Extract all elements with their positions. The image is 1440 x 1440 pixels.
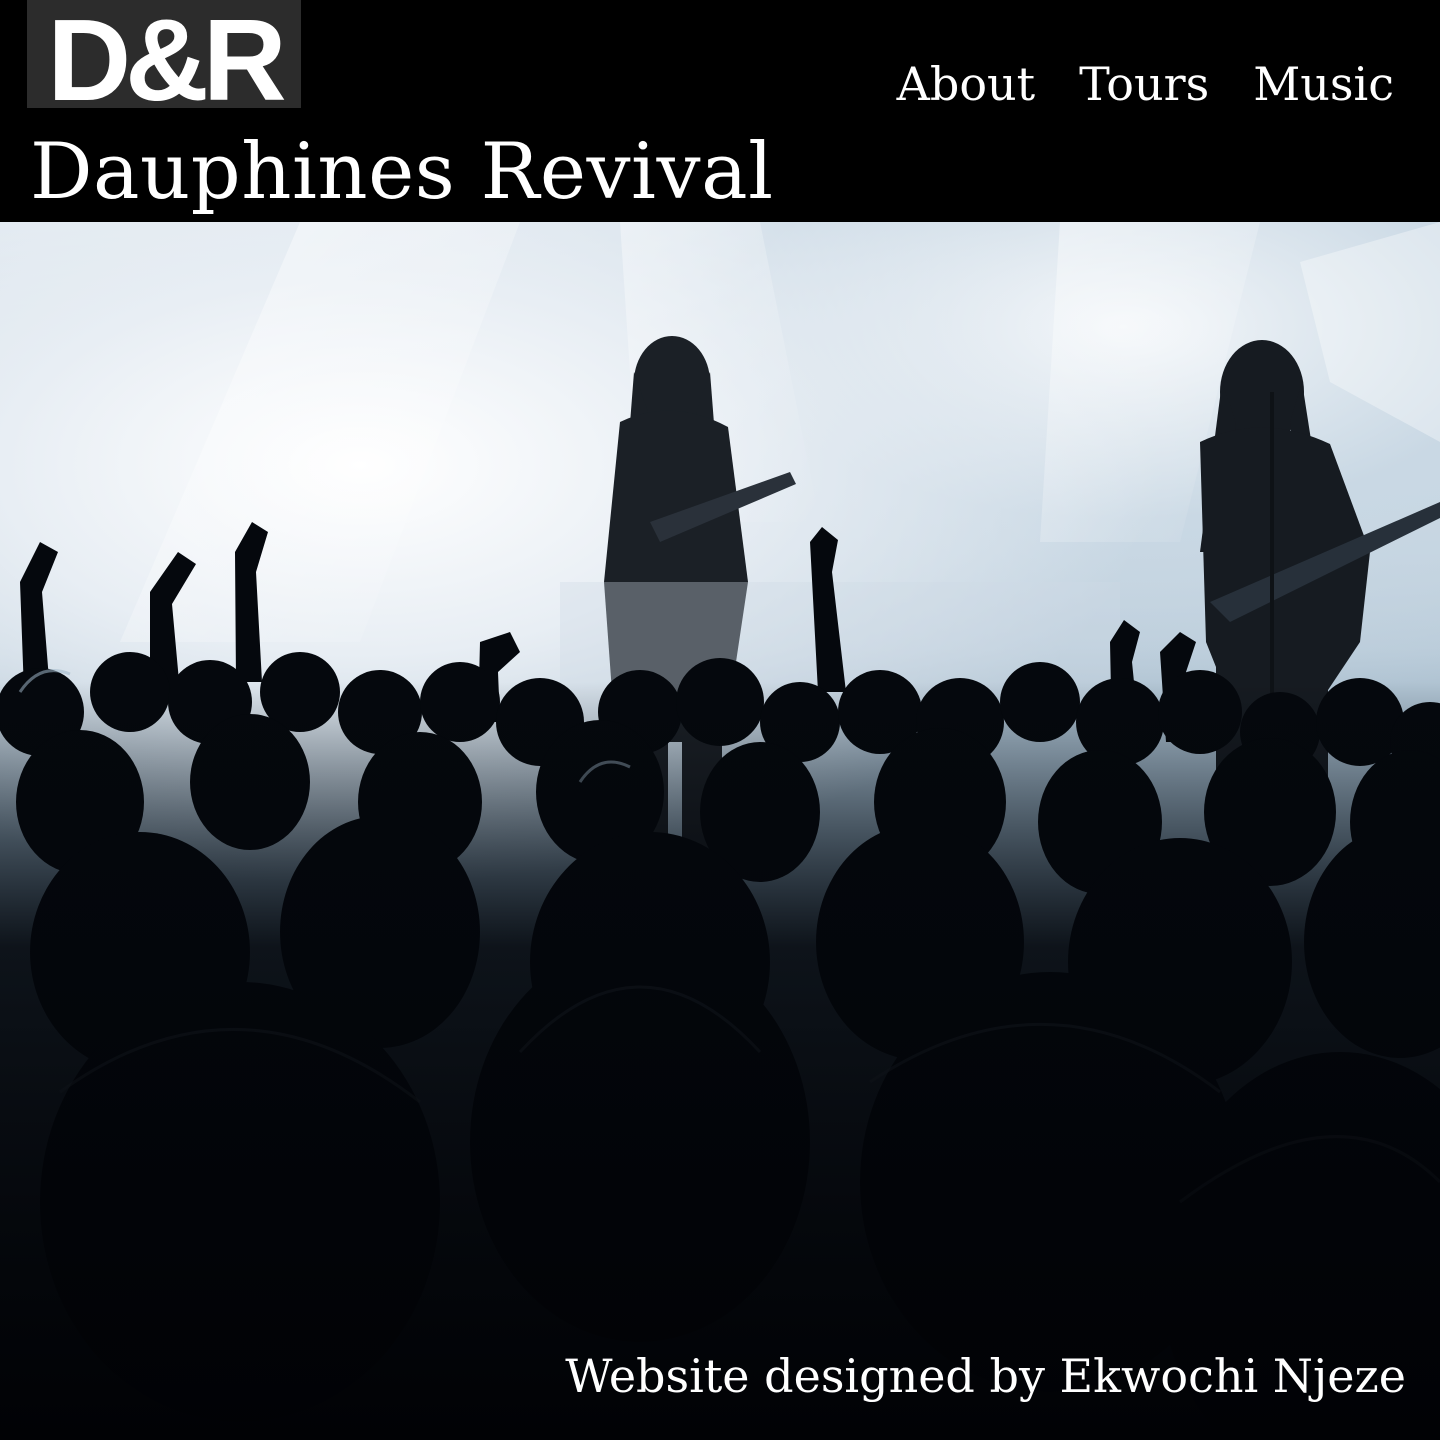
band-logo[interactable]: D&R: [27, 0, 301, 108]
nav-link-about[interactable]: About: [897, 56, 1035, 112]
logo-graphic: D&R: [47, 0, 291, 108]
site-header: D&R Dauphines Revival About Tours Music: [0, 0, 1440, 222]
main-nav: About Tours Music: [897, 56, 1394, 112]
page: D&R Dauphines Revival About Tours Music: [0, 0, 1440, 1440]
site-title: Dauphines Revival: [30, 127, 774, 217]
logo-text: D&R: [47, 0, 285, 108]
concert-photo: [0, 222, 1440, 1440]
hero-concert-image: [0, 222, 1440, 1440]
nav-link-music[interactable]: Music: [1253, 56, 1394, 112]
nav-link-tours[interactable]: Tours: [1079, 56, 1209, 112]
footer-credit: Website designed by Ekwochi Njeze: [565, 1349, 1406, 1403]
